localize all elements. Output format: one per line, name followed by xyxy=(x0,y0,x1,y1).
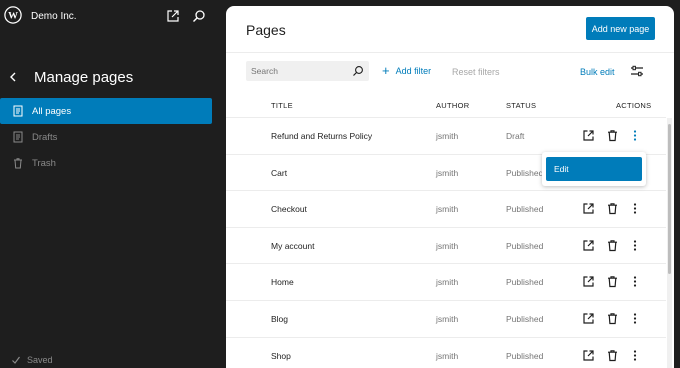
search-icon[interactable] xyxy=(192,9,206,23)
author-cell: jsmith xyxy=(436,167,459,178)
sidebar: W Demo Inc. Manage pages All pages Draft… xyxy=(0,0,224,368)
pages-icon xyxy=(13,105,23,117)
trash-icon[interactable] xyxy=(606,239,619,252)
trash-icon[interactable] xyxy=(606,202,619,215)
app-root: W Demo Inc. Manage pages All pages Draft… xyxy=(0,0,680,368)
author-cell: jsmith xyxy=(436,277,459,288)
sidebar-item-label: Trash xyxy=(32,157,56,169)
external-link-icon[interactable] xyxy=(166,9,180,23)
sidebar-title: Manage pages xyxy=(34,69,134,86)
status-cell: Published xyxy=(506,277,544,288)
wordpress-logo-icon[interactable]: W xyxy=(4,6,22,24)
row-actions-menu: Edit xyxy=(542,152,646,186)
sidebar-item-label: Drafts xyxy=(32,131,58,143)
search-input[interactable] xyxy=(251,66,346,76)
checkmark-icon xyxy=(12,356,20,364)
table-row[interactable]: Checkout jsmith Published xyxy=(226,191,666,228)
trash-icon xyxy=(14,158,22,169)
page-title: Pages xyxy=(246,22,286,38)
pages-panel: Pages Add new page + Add filter Reset fi… xyxy=(226,6,674,368)
more-options-icon[interactable] xyxy=(629,129,641,142)
site-name[interactable]: Demo Inc. xyxy=(31,11,77,22)
add-filter-button[interactable]: + Add filter xyxy=(382,63,432,78)
view-external-icon[interactable] xyxy=(582,202,595,215)
sidebar-item-trash[interactable]: Trash xyxy=(0,150,212,176)
column-header-title[interactable]: TITLE xyxy=(271,101,293,110)
svg-text:W: W xyxy=(8,11,18,22)
scrollbar-thumb[interactable] xyxy=(668,124,671,274)
more-options-icon[interactable] xyxy=(629,312,641,325)
author-cell: jsmith xyxy=(436,240,459,251)
more-options-icon[interactable] xyxy=(629,275,641,288)
sidebar-nav: All pages Drafts Trash xyxy=(0,98,212,176)
more-options-icon[interactable] xyxy=(629,349,641,362)
reset-filters-button[interactable]: Reset filters xyxy=(452,67,500,77)
page-title-cell[interactable]: Blog xyxy=(271,314,288,324)
status-cell: Published xyxy=(506,167,544,178)
divider xyxy=(226,52,674,53)
table-row[interactable]: Shop jsmith Published xyxy=(226,338,666,368)
add-filter-label: Add filter xyxy=(395,66,432,76)
status-cell: Published xyxy=(506,313,544,324)
sidebar-item-all-pages[interactable]: All pages xyxy=(0,98,212,124)
menu-item-edit[interactable]: Edit xyxy=(546,157,642,181)
view-external-icon[interactable] xyxy=(582,239,595,252)
column-header-actions: ACTIONS xyxy=(616,101,652,110)
table-row[interactable]: Refund and Returns Policy jsmith Draft xyxy=(226,118,666,155)
status-cell: Draft xyxy=(506,131,525,141)
trash-icon[interactable] xyxy=(606,349,619,362)
page-title-cell[interactable]: Shop xyxy=(271,351,291,361)
table-row[interactable]: My account jsmith Published xyxy=(226,228,666,265)
save-status: Saved xyxy=(11,355,53,365)
status-cell: Published xyxy=(506,204,544,215)
more-options-icon[interactable] xyxy=(629,202,641,215)
bulk-edit-button[interactable]: Bulk edit xyxy=(580,67,615,77)
view-external-icon[interactable] xyxy=(582,129,595,142)
page-title-cell[interactable]: Home xyxy=(271,277,294,287)
search-field[interactable] xyxy=(246,61,369,81)
save-status-label: Saved xyxy=(27,355,53,365)
plus-icon: + xyxy=(382,63,390,78)
drafts-icon xyxy=(13,131,23,143)
status-cell: Published xyxy=(506,350,544,361)
column-header-status[interactable]: STATUS xyxy=(506,101,536,110)
author-cell: jsmith xyxy=(436,350,459,361)
search-icon xyxy=(353,66,363,76)
column-header-author[interactable]: AUTHOR xyxy=(436,101,469,110)
sidebar-item-drafts[interactable]: Drafts xyxy=(0,124,212,150)
trash-icon[interactable] xyxy=(606,312,619,325)
table-row[interactable]: Home jsmith Published xyxy=(226,264,666,301)
page-title-cell[interactable]: Cart xyxy=(271,168,287,178)
author-cell: jsmith xyxy=(436,204,459,215)
status-cell: Published xyxy=(506,240,544,251)
sidebar-item-label: All pages xyxy=(32,105,72,117)
page-title-cell[interactable]: Refund and Returns Policy xyxy=(271,131,372,141)
back-chevron-icon[interactable] xyxy=(6,70,20,84)
pages-table: TITLE AUTHOR STATUS ACTIONS Refund and R… xyxy=(226,93,666,368)
trash-icon[interactable] xyxy=(606,129,619,142)
page-title-cell[interactable]: Checkout xyxy=(271,204,307,214)
page-title-cell[interactable]: My account xyxy=(271,241,314,251)
view-external-icon[interactable] xyxy=(582,349,595,362)
view-external-icon[interactable] xyxy=(582,275,595,288)
view-external-icon[interactable] xyxy=(582,312,595,325)
view-options-icon[interactable] xyxy=(630,65,644,77)
add-new-page-button[interactable]: Add new page xyxy=(586,17,655,40)
top-bar: W Demo Inc. xyxy=(0,0,224,34)
trash-icon[interactable] xyxy=(606,275,619,288)
author-cell: jsmith xyxy=(436,313,459,324)
author-cell: jsmith xyxy=(436,131,459,141)
table-row[interactable]: Blog jsmith Published xyxy=(226,301,666,338)
table-header: TITLE AUTHOR STATUS ACTIONS xyxy=(226,93,666,118)
more-options-icon[interactable] xyxy=(629,239,641,252)
